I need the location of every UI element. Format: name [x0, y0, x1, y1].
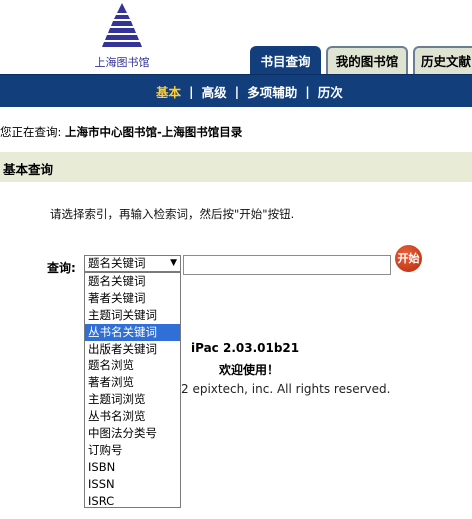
location-prefix: 您正在查询:: [0, 125, 66, 139]
database-name: 上海市中心图书馆-上海图书馆目录: [65, 125, 243, 139]
dropdown-option[interactable]: 题名浏览: [85, 357, 180, 374]
library-logo: 上海图书馆: [82, 0, 162, 74]
query-label: 查询:: [47, 261, 76, 275]
tab-historical-documents[interactable]: 历史文献: [413, 46, 472, 74]
version-text: iPac 2.03.01b21: [191, 341, 300, 355]
dropdown-option[interactable]: ISRC: [85, 493, 180, 510]
dropdown-option[interactable]: 著者关键词: [85, 290, 180, 307]
nav-history[interactable]: 历次: [310, 82, 351, 101]
search-instruction: 请选择索引，再输入检索词，然后按"开始"按钮.: [50, 207, 295, 221]
dropdown-option[interactable]: 著者浏览: [85, 374, 180, 391]
dropdown-option[interactable]: ISBN: [85, 459, 180, 476]
nav-multi-field[interactable]: 多项辅助: [239, 82, 305, 101]
dropdown-option[interactable]: 订购号: [85, 442, 180, 459]
dropdown-option[interactable]: 中图法分类号: [85, 425, 180, 442]
section-title: 基本查询: [3, 162, 54, 177]
index-dropdown-list: 题名关键词 著者关键词 主题词关键词 丛书名关键词 出版者关键词 题名浏览 著者…: [84, 272, 181, 508]
library-logo-icon: [99, 0, 145, 49]
index-select-value: 题名关键词: [88, 256, 146, 270]
dropdown-option[interactable]: 出版者关键词: [85, 341, 180, 358]
search-input[interactable]: [183, 255, 391, 275]
section-header: 基本查询: [0, 152, 472, 182]
tab-my-library[interactable]: 我的图书馆: [326, 46, 408, 74]
current-database: 您正在查询: 上海市中心图书馆-上海图书馆目录: [0, 124, 242, 140]
nav-bar: 基本 | 高级 | 多项辅助 | 历次: [0, 74, 472, 107]
dropdown-option[interactable]: 题名关键词: [85, 273, 180, 290]
tab-catalog-search[interactable]: 书目查询: [250, 46, 321, 74]
copyright-text: 2 epixtech, inc. All rights reserved.: [181, 382, 391, 396]
dropdown-option[interactable]: 丛书名浏览: [85, 408, 180, 425]
dropdown-option[interactable]: ISSN: [85, 476, 180, 493]
index-select[interactable]: 题名关键词 ▼: [84, 255, 181, 272]
welcome-text: 欢迎使用！: [219, 363, 280, 377]
nav-advanced[interactable]: 高级: [194, 82, 235, 101]
nav-basic[interactable]: 基本: [148, 82, 189, 101]
dropdown-option[interactable]: 主题词关键词: [85, 307, 180, 324]
dropdown-option[interactable]: 主题词浏览: [85, 391, 180, 408]
dropdown-option-highlighted[interactable]: 丛书名关键词: [85, 323, 180, 341]
start-button[interactable]: 开始: [395, 245, 422, 272]
chevron-down-icon: ▼: [170, 258, 177, 268]
library-name: 上海图书馆: [94, 56, 150, 69]
